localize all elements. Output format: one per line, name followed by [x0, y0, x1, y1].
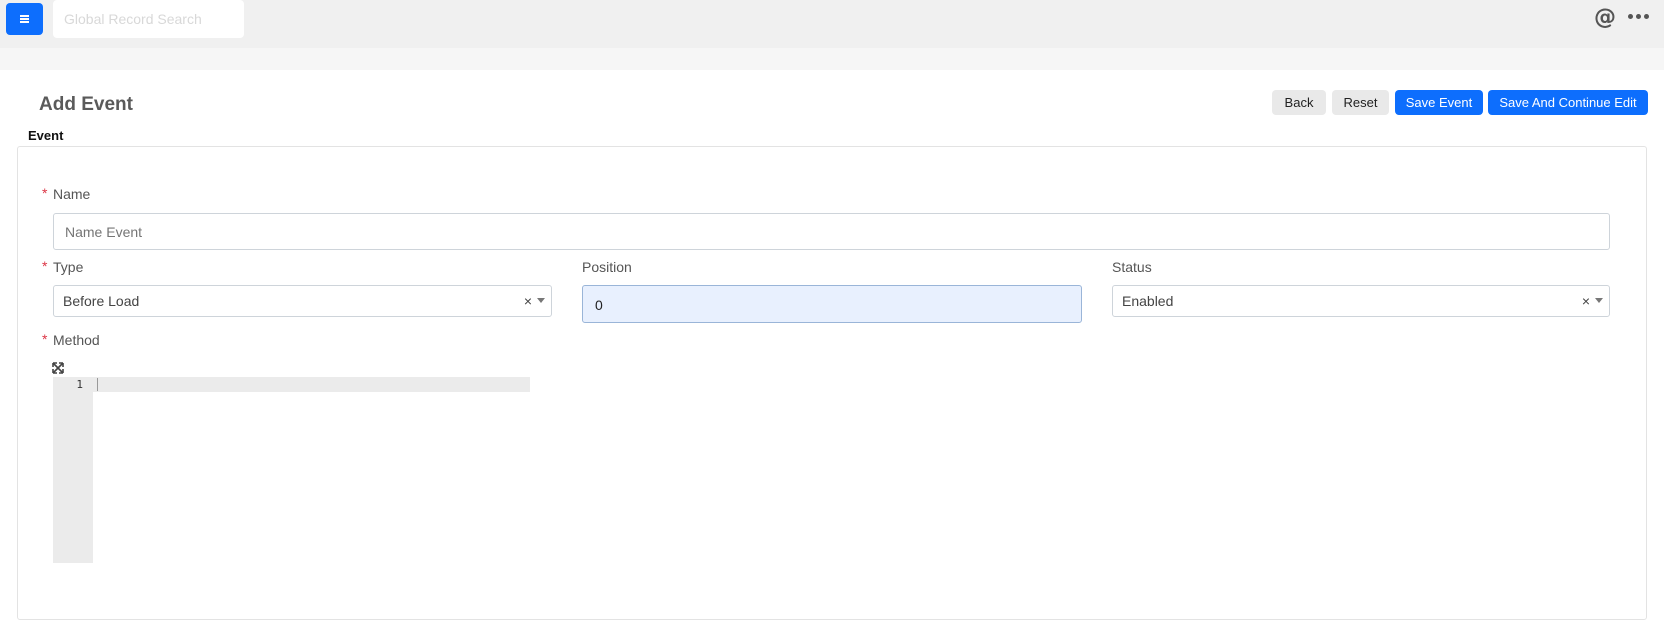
position-label: Position: [582, 259, 632, 275]
position-input[interactable]: 0: [582, 285, 1082, 323]
reset-button[interactable]: Reset: [1332, 90, 1389, 115]
line-number: 1: [76, 378, 83, 391]
hamburger-menu-icon: [20, 15, 29, 23]
chevron-down-icon: [537, 298, 545, 303]
required-asterisk: *: [42, 331, 48, 347]
status-select[interactable]: Enabled ×: [1112, 285, 1610, 317]
save-and-continue-button[interactable]: Save And Continue Edit: [1488, 90, 1648, 115]
clear-icon[interactable]: ×: [1582, 286, 1590, 316]
section-label: Event: [28, 128, 64, 143]
active-line: [93, 377, 530, 392]
type-select[interactable]: Before Load ×: [53, 285, 552, 317]
status-label: Status: [1112, 259, 1152, 275]
clear-icon[interactable]: ×: [524, 286, 532, 316]
required-asterisk: *: [42, 258, 48, 274]
more-dots-icon[interactable]: [1628, 14, 1649, 20]
name-input[interactable]: [53, 213, 1610, 250]
global-search-input[interactable]: [53, 0, 244, 38]
editor-gutter: 1: [53, 377, 93, 563]
status-select-value: Enabled: [1122, 293, 1174, 309]
save-event-button[interactable]: Save Event: [1395, 90, 1483, 115]
chevron-down-icon: [1595, 298, 1603, 303]
text-cursor: [97, 378, 98, 391]
top-navbar: @: [0, 0, 1664, 48]
back-button[interactable]: Back: [1272, 90, 1326, 115]
sub-navbar: [0, 48, 1664, 70]
type-label: Type: [53, 259, 84, 275]
method-code-editor[interactable]: 1: [53, 377, 530, 563]
type-select-value: Before Load: [63, 293, 140, 309]
expand-icon[interactable]: [52, 362, 64, 374]
name-label: Name: [53, 186, 91, 202]
page-title: Add Event: [39, 94, 133, 115]
required-asterisk: *: [42, 185, 48, 201]
menu-button[interactable]: [6, 3, 43, 35]
at-sign-icon[interactable]: @: [1594, 5, 1616, 31]
method-label: Method: [53, 332, 100, 348]
